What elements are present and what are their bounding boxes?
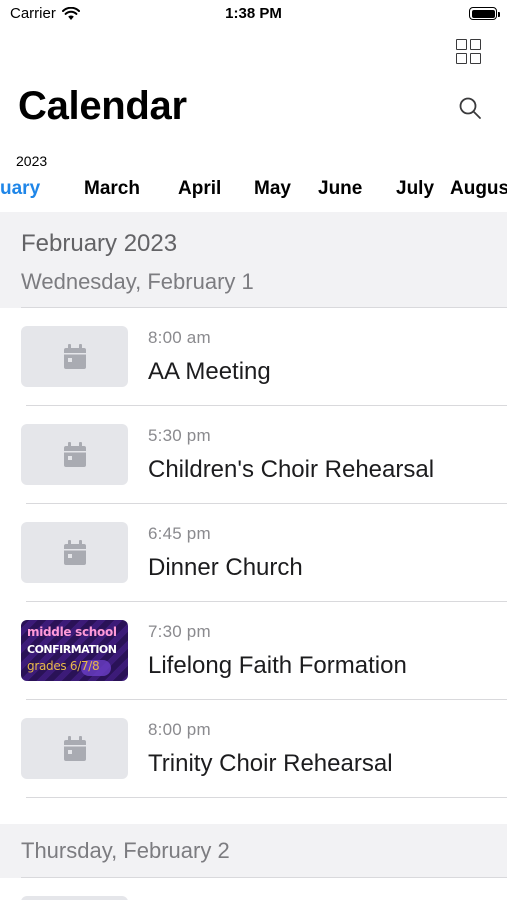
- month-tab-february[interactable]: uary: [0, 178, 40, 200]
- event-row[interactable]: 6:45 pm Dinner Church: [0, 504, 507, 602]
- event-row[interactable]: middle school CONFIRMATION grades 6/7/8 …: [0, 602, 507, 700]
- event-title: AA Meeting: [148, 358, 271, 385]
- month-tab-august[interactable]: Augus: [450, 178, 507, 200]
- promo-image: middle school CONFIRMATION grades 6/7/8: [21, 620, 128, 681]
- calendar-icon: [63, 441, 86, 467]
- event-thumbnail: [21, 522, 128, 583]
- month-selector[interactable]: uary March April May June July Augus: [0, 176, 507, 204]
- event-time: 5:30 pm: [148, 426, 211, 445]
- event-row[interactable]: 8:00 pm Trinity Choir Rehearsal: [0, 700, 507, 798]
- promo-line: middle school: [27, 625, 117, 639]
- month-tab-april[interactable]: April: [178, 178, 221, 200]
- event-row[interactable]: 5:30 pm Children's Choir Rehearsal: [0, 406, 507, 504]
- event-thumbnail: middle school CONFIRMATION grades 6/7/8: [21, 620, 128, 681]
- event-title: Trinity Choir Rehearsal: [148, 750, 393, 777]
- calendar-icon: [63, 539, 86, 565]
- page-title: Calendar: [18, 84, 187, 128]
- month-tab-march[interactable]: March: [84, 178, 140, 200]
- event-time: 8:00 am: [148, 328, 211, 347]
- grid-view-icon: [456, 39, 467, 50]
- section-month-title: February 2023: [21, 230, 178, 257]
- year-label: 2023: [16, 153, 48, 169]
- event-row[interactable]: 8:00 am AA Meeting: [0, 308, 507, 406]
- section-header: Thursday, February 2: [0, 824, 507, 878]
- month-tab-may[interactable]: May: [254, 178, 291, 200]
- month-tab-july[interactable]: July: [396, 178, 434, 200]
- grid-view-button[interactable]: [455, 38, 483, 66]
- promo-line: CONFIRMATION: [27, 643, 117, 656]
- event-thumbnail: [21, 326, 128, 387]
- event-time: 8:00 pm: [148, 720, 211, 739]
- section-header: February 2023 Wednesday, February 1: [0, 212, 507, 308]
- day-header-wednesday: Wednesday, February 1: [21, 264, 507, 308]
- calendar-icon: [63, 735, 86, 761]
- day-header-thursday: Thursday, February 2: [21, 824, 507, 878]
- calendar-icon: [63, 343, 86, 369]
- status-bar: Carrier 1:38 PM: [0, 0, 507, 30]
- event-thumbnail: [21, 718, 128, 779]
- promo-line: grades 6/7/8: [27, 659, 100, 673]
- event-list[interactable]: February 2023 Wednesday, February 1 8:00…: [0, 212, 507, 900]
- event-time: 7:30 pm: [148, 622, 211, 641]
- event-title: Children's Choir Rehearsal: [148, 456, 435, 483]
- calendar-screen: Carrier 1:38 PM Calendar 2023 uary March…: [0, 0, 507, 900]
- month-tab-june[interactable]: June: [318, 178, 362, 200]
- event-title: Dinner Church: [148, 554, 303, 581]
- status-time: 1:38 PM: [225, 5, 282, 22]
- event-row[interactable]: [0, 878, 507, 900]
- battery-icon: [469, 7, 500, 20]
- event-thumbnail: [21, 424, 128, 485]
- event-time: 6:45 pm: [148, 524, 211, 543]
- event-title: Lifelong Faith Formation: [148, 652, 407, 679]
- search-icon[interactable]: [458, 96, 482, 120]
